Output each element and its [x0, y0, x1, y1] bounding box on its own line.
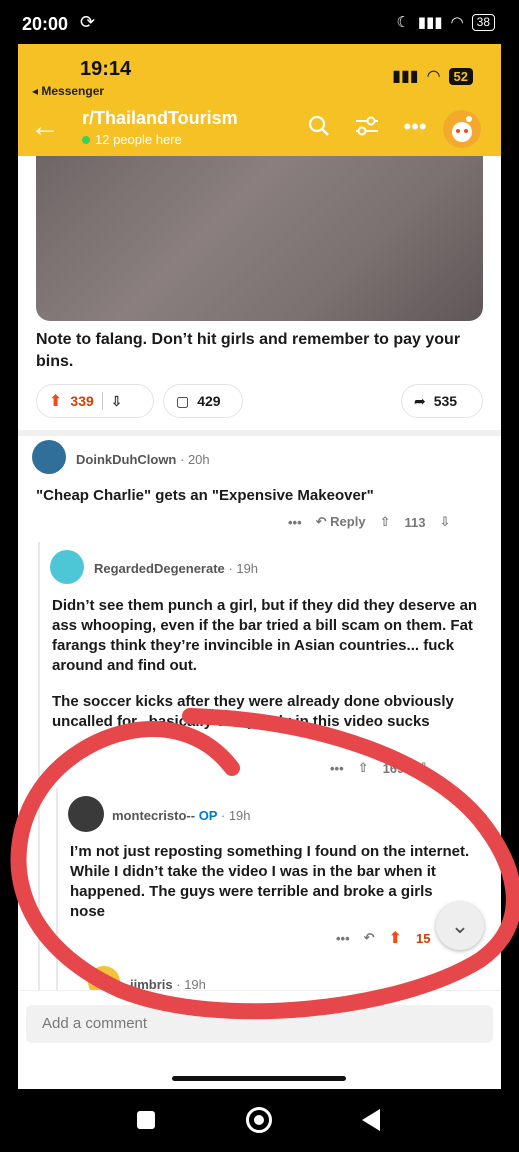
- post-body: Note to falang. Don’t hit girls and reme…: [36, 331, 461, 370]
- subreddit-name[interactable]: r/ThailandTourism: [82, 108, 238, 129]
- screenshot-card: 19:14 ◂ Messenger ▮▮▮ ◠ 52 ← r/ThailandT…: [18, 44, 501, 1089]
- app-header: 19:14 ◂ Messenger ▮▮▮ ◠ 52 ← r/ThailandT…: [18, 44, 501, 156]
- comment-icon: ▢: [176, 392, 190, 409]
- comment-score: 15: [415, 930, 431, 946]
- op-badge: OP: [198, 808, 218, 823]
- more-icon[interactable]: •••: [330, 761, 344, 776]
- wifi-icon: ◠: [450, 14, 464, 31]
- avatar[interactable]: [32, 440, 66, 474]
- section-divider: [18, 430, 501, 436]
- more-icon[interactable]: •••: [288, 515, 302, 530]
- reply-button[interactable]: ↶ Reply: [316, 514, 366, 530]
- comment-body: "Cheap Charlie" gets an "Expensive Makeo…: [36, 487, 374, 504]
- inner-clock: 19:14: [80, 58, 132, 80]
- more-options-icon[interactable]: •••: [402, 114, 428, 140]
- user-avatar[interactable]: [443, 110, 481, 148]
- comment-username[interactable]: DoinkDuhClown · 20h: [76, 452, 210, 467]
- online-label: 12 people here: [95, 132, 182, 147]
- back-icon[interactable]: [362, 1109, 380, 1131]
- comment-time: · 19h: [228, 561, 259, 576]
- search-icon[interactable]: [306, 114, 332, 140]
- comment-username[interactable]: montecristo-- OP · 19h: [112, 808, 251, 823]
- comment-bar: Add a comment: [18, 990, 501, 1089]
- comment-username[interactable]: RegardedDegenerate · 19h: [94, 561, 258, 576]
- back-arrow-icon[interactable]: ←: [30, 110, 60, 144]
- share-icon: ➦: [414, 392, 426, 409]
- comment-input[interactable]: Add a comment: [26, 1005, 493, 1043]
- inner-status-icons: ▮▮▮ ◠ 52: [392, 66, 473, 86]
- downvote-icon[interactable]: ⇩: [418, 760, 429, 776]
- more-icon[interactable]: •••: [336, 931, 350, 946]
- comment-time: · 19h: [220, 808, 251, 823]
- comment-actions: ••• ⇧ 169 ⇩: [330, 760, 429, 776]
- inner-signal-icon: ▮▮▮: [392, 68, 419, 85]
- home-indicator: [172, 1076, 346, 1081]
- inner-wifi-icon: ◠: [426, 68, 441, 85]
- post-comments-button[interactable]: ▢ 429: [163, 384, 243, 418]
- post-video-thumbnail[interactable]: [36, 156, 483, 321]
- android-nav-bar: [0, 1089, 519, 1152]
- scroll-down-button[interactable]: ⌄: [436, 902, 484, 950]
- upvote-icon[interactable]: ⇧: [380, 514, 391, 530]
- vote-separator: [101, 392, 103, 410]
- comment-score: 169: [382, 760, 405, 776]
- battery-icon: 38: [471, 13, 495, 31]
- upvote-icon[interactable]: ⇧: [358, 760, 369, 776]
- username-label: DoinkDuhClown: [76, 452, 177, 467]
- inner-battery-icon: 52: [448, 67, 473, 85]
- thread-line: [56, 788, 58, 990]
- post-vote-pill: ⬆ 339 ⇩: [36, 384, 154, 418]
- device-status-bar: 20:00 ⟳ ☾ ▮▮▮ ◠ 38: [0, 0, 519, 44]
- filter-icon[interactable]: [354, 114, 380, 140]
- upvote-icon[interactable]: ⬆: [389, 928, 402, 948]
- signal-icon: ▮▮▮: [417, 14, 443, 31]
- avatar[interactable]: [68, 796, 104, 832]
- comment-score: 113: [404, 514, 426, 530]
- recent-apps-icon[interactable]: [137, 1111, 155, 1129]
- comment-body: I’m not just reposting something I found…: [70, 843, 470, 920]
- back-to-messenger[interactable]: ◂ Messenger: [32, 84, 104, 98]
- comment-time: · 20h: [180, 452, 210, 467]
- device-clock: 20:00: [22, 14, 69, 34]
- reply-icon[interactable]: ↶: [364, 930, 375, 946]
- sync-icon: ⟳: [80, 12, 96, 32]
- header-actions: •••: [306, 114, 428, 140]
- moon-icon: ☾: [396, 14, 410, 31]
- username-label: RegardedDegenerate: [94, 561, 225, 576]
- post-score: 339: [70, 393, 94, 409]
- online-dot-icon: [82, 135, 90, 144]
- upvote-icon[interactable]: ⬆: [49, 391, 62, 411]
- comment-actions: ••• ↶ Reply ⇧ 113 ⇩: [288, 514, 450, 530]
- thread-line: [38, 542, 40, 990]
- username-label: montecristo--: [112, 808, 196, 823]
- online-count: 12 people here: [82, 132, 182, 147]
- post-share-button[interactable]: ➦ 535: [401, 384, 483, 418]
- comment-body-p2: The soccer kicks after they were already…: [52, 693, 454, 730]
- post-share-count: 535: [433, 393, 458, 409]
- avatar[interactable]: [50, 550, 84, 584]
- comment-actions: ••• ↶ ⬆ 15: [336, 928, 430, 948]
- post-comment-count: 429: [197, 393, 221, 409]
- reply-label: Reply: [330, 514, 366, 529]
- comment-body: Didn’t see them punch a girl, but if the…: [52, 597, 478, 674]
- device-status-icons: ☾ ▮▮▮ ◠ 38: [396, 13, 495, 31]
- downvote-icon[interactable]: ⇩: [439, 514, 450, 530]
- home-icon[interactable]: [246, 1107, 272, 1133]
- downvote-icon[interactable]: ⇩: [111, 393, 123, 410]
